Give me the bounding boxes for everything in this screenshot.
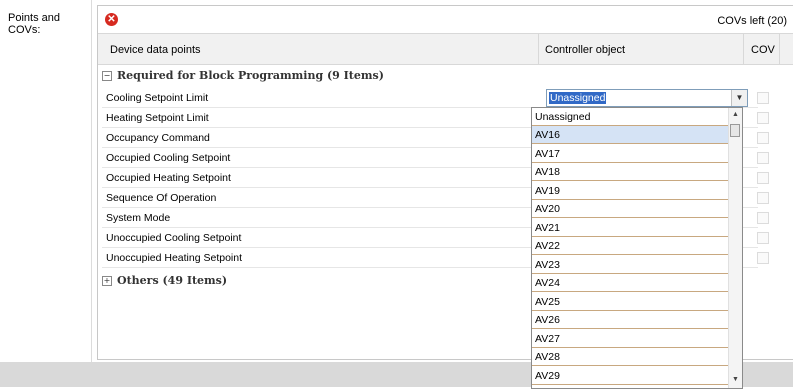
cov-checkbox[interactable] (757, 132, 769, 144)
dropdown-scrollbar[interactable]: ▲ ▼ (728, 108, 742, 388)
point-name: System Mode (106, 212, 171, 224)
cov-checkbox[interactable] (757, 112, 769, 124)
point-name: Unoccupied Heating Setpoint (106, 252, 243, 264)
scrollbar-thumb[interactable] (730, 124, 740, 137)
chevron-down-icon[interactable]: ▼ (731, 90, 747, 106)
dropdown-option[interactable]: AV26 (532, 311, 728, 329)
dropdown-option[interactable]: AV21 (532, 219, 728, 237)
select-value: Unassigned (549, 92, 607, 104)
cov-checkbox[interactable] (757, 172, 769, 184)
point-name: Unoccupied Cooling Setpoint (106, 232, 242, 244)
scroll-up-icon[interactable]: ▲ (729, 111, 742, 118)
dropdown-option[interactable]: Unassigned (532, 108, 728, 126)
error-x-icon[interactable]: ✕ (105, 13, 118, 26)
dropdown-option[interactable]: AV17 (532, 145, 728, 163)
required-group-label: Required for Block Programming (9 Items) (117, 69, 384, 82)
controller-object-dropdown[interactable]: Unassigned AV16 AV17 AV18 AV19 AV20 AV21… (531, 107, 743, 389)
controller-object-select[interactable]: Unassigned ▼ (546, 89, 748, 107)
others-group-header[interactable]: + Others (49 Items) (102, 274, 227, 287)
dropdown-option[interactable]: AV23 (532, 256, 728, 274)
point-name: Sequence Of Operation (106, 192, 217, 204)
dropdown-option[interactable]: AV27 (532, 330, 728, 348)
cov-checkbox[interactable] (757, 152, 769, 164)
side-label-column: Points and COVs: (0, 0, 92, 387)
panel-toolbar: ✕ COVs left (20) (98, 6, 793, 33)
column-divider (538, 34, 539, 64)
point-name: Occupied Heating Setpoint (106, 172, 231, 184)
dropdown-option[interactable]: AV24 (532, 274, 728, 292)
dropdown-option[interactable]: AV29 (532, 367, 728, 385)
plus-box-icon[interactable]: + (102, 276, 112, 286)
cov-checkbox[interactable] (757, 192, 769, 204)
point-name: Heating Setpoint Limit (106, 112, 209, 124)
cov-checkbox[interactable] (757, 212, 769, 224)
column-device-data-points[interactable]: Device data points (110, 44, 201, 56)
required-group-header[interactable]: − Required for Block Programming (9 Items… (102, 69, 384, 82)
point-name: Occupied Cooling Setpoint (106, 152, 231, 164)
minus-box-icon[interactable]: − (102, 71, 112, 81)
point-name: Occupancy Command (106, 132, 210, 144)
cov-checkbox[interactable] (757, 92, 769, 104)
others-group-label: Others (49 Items) (117, 274, 228, 287)
points-covs-label: Points and COVs: (8, 12, 60, 36)
column-divider (743, 34, 744, 64)
dropdown-option[interactable]: AV20 (532, 200, 728, 218)
scroll-down-icon[interactable]: ▼ (729, 376, 742, 383)
point-name: Cooling Setpoint Limit (106, 92, 209, 104)
table-header: Device data points Controller object COV (98, 33, 793, 65)
dropdown-option[interactable]: AV22 (532, 237, 728, 255)
cov-checkbox[interactable] (757, 232, 769, 244)
covs-left-counter: COVs left (20) (717, 15, 787, 27)
dropdown-option[interactable]: AV16 (532, 126, 728, 144)
dropdown-option[interactable]: AV18 (532, 163, 728, 181)
column-cov[interactable]: COV (751, 44, 775, 56)
column-divider (779, 34, 780, 64)
dropdown-option[interactable]: AV28 (532, 348, 728, 366)
cov-checkbox[interactable] (757, 252, 769, 264)
dropdown-option[interactable]: AV25 (532, 293, 728, 311)
column-controller-object[interactable]: Controller object (545, 44, 625, 56)
dropdown-option[interactable]: AV19 (532, 182, 728, 200)
